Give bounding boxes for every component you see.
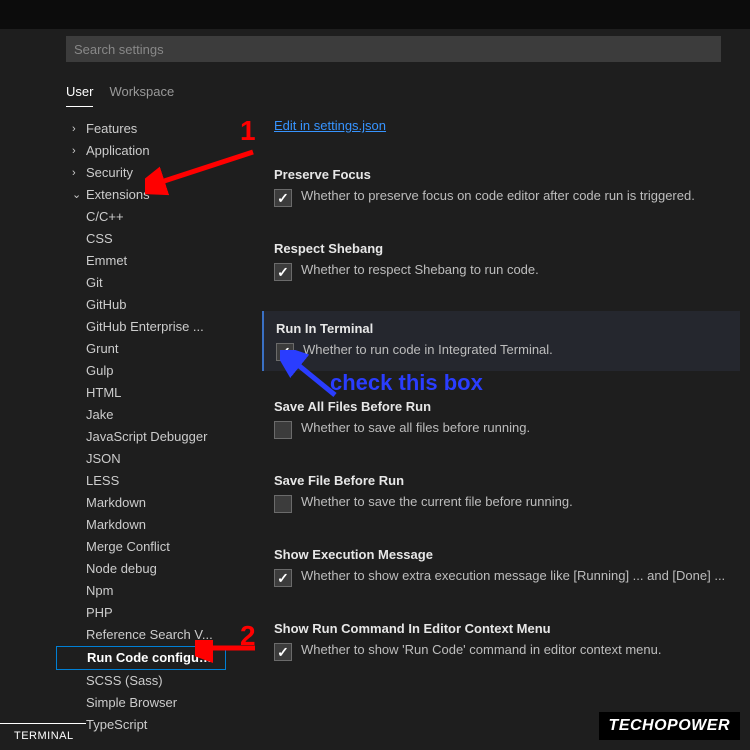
tree-application[interactable]: ›Application	[64, 140, 218, 162]
tree-item[interactable]: HTML	[64, 382, 218, 404]
tree-item[interactable]: Run Code configu…	[56, 646, 226, 670]
tree-item[interactable]: LESS	[64, 470, 218, 492]
chevron-right-icon: ›	[72, 118, 86, 140]
setting-respect-shebang: Respect Shebang Whether to respect Sheba…	[274, 241, 740, 281]
chevron-down-icon: ⌄	[72, 184, 86, 206]
tree-item[interactable]: SCSS (Sass)	[64, 670, 218, 692]
setting-title: Save File Before Run	[274, 473, 740, 488]
tree-item[interactable]: Gulp	[64, 360, 218, 382]
setting-description: Whether to preserve focus on code editor…	[301, 188, 695, 203]
setting-description: Whether to run code in Integrated Termin…	[303, 342, 553, 357]
tree-item[interactable]: C/C++	[64, 206, 218, 228]
setting-title: Respect Shebang	[274, 241, 740, 256]
setting-run-in-terminal: Run In Terminal Whether to run code in I…	[262, 311, 740, 371]
checkbox-respect-shebang[interactable]	[274, 263, 292, 281]
tree-security[interactable]: ›Security	[64, 162, 218, 184]
setting-show-exec-msg: Show Execution Message Whether to show e…	[274, 547, 740, 587]
tree-item[interactable]: Emmet	[64, 250, 218, 272]
annotation-number-2: 2	[240, 620, 256, 652]
checkbox-run-in-terminal[interactable]	[276, 343, 294, 361]
scope-tabs: User Workspace	[66, 80, 750, 108]
tree-item[interactable]: Git	[64, 272, 218, 294]
edit-in-settings-json-link[interactable]: Edit in settings.json	[274, 118, 386, 133]
tree-item[interactable]: GitHub Enterprise ...	[64, 316, 218, 338]
chevron-right-icon: ›	[72, 140, 86, 162]
tab-workspace[interactable]: Workspace	[109, 80, 174, 107]
tree-item[interactable]: Markdown	[64, 514, 218, 536]
tree-features[interactable]: ›Features	[64, 118, 218, 140]
tree-item[interactable]: GitHub	[64, 294, 218, 316]
tree-item[interactable]: Node debug	[64, 558, 218, 580]
checkbox-preserve-focus[interactable]	[274, 189, 292, 207]
tree-item[interactable]: Reference Search V...	[64, 624, 218, 646]
tree-item[interactable]: TypeScript	[64, 714, 218, 736]
setting-preserve-focus: Preserve Focus Whether to preserve focus…	[274, 167, 740, 207]
chevron-right-icon: ›	[72, 162, 86, 184]
tree-item[interactable]: Npm	[64, 580, 218, 602]
setting-title: Preserve Focus	[274, 167, 740, 182]
setting-title: Show Run Command In Editor Context Menu	[274, 621, 740, 636]
tree-item[interactable]: CSS	[64, 228, 218, 250]
setting-title: Run In Terminal	[276, 321, 732, 336]
checkbox-save-all-before-run[interactable]	[274, 421, 292, 439]
setting-description: Whether to save the current file before …	[301, 494, 573, 509]
tree-item[interactable]: Simple Browser	[64, 692, 218, 714]
tree-item[interactable]: Jake	[64, 404, 218, 426]
setting-title: Save All Files Before Run	[274, 399, 740, 414]
tree-item[interactable]: Markdown	[64, 492, 218, 514]
setting-description: Whether to respect Shebang to run code.	[301, 262, 539, 277]
checkbox-show-run-context-menu[interactable]	[274, 643, 292, 661]
tree-item[interactable]: JSON	[64, 448, 218, 470]
tree-extensions[interactable]: ⌄Extensions	[64, 184, 218, 206]
settings-panel: Edit in settings.json Preserve Focus Whe…	[218, 114, 750, 736]
setting-description: Whether to show extra execution message …	[301, 568, 725, 583]
annotation-check-this-box: check this box	[330, 370, 483, 396]
annotation-number-1: 1	[240, 115, 256, 147]
setting-description: Whether to save all files before running…	[301, 420, 530, 435]
setting-show-run-context-menu: Show Run Command In Editor Context Menu …	[274, 621, 740, 661]
setting-save-all-before-run: Save All Files Before Run Whether to sav…	[274, 399, 740, 439]
checkbox-show-exec-msg[interactable]	[274, 569, 292, 587]
title-bar	[0, 0, 750, 29]
watermark: TECHOPOWER	[599, 712, 740, 740]
tree-item[interactable]: JavaScript Debugger	[64, 426, 218, 448]
setting-title: Show Execution Message	[274, 547, 740, 562]
setting-description: Whether to show 'Run Code' command in ed…	[301, 642, 661, 657]
search-placeholder: Search settings	[74, 42, 164, 57]
tree-item[interactable]: PHP	[64, 602, 218, 624]
tree-item[interactable]: Merge Conflict	[64, 536, 218, 558]
panel-tab-terminal[interactable]: TERMINAL	[0, 723, 86, 750]
checkbox-save-file-before-run[interactable]	[274, 495, 292, 513]
tab-user[interactable]: User	[66, 80, 93, 107]
setting-save-file-before-run: Save File Before Run Whether to save the…	[274, 473, 740, 513]
search-settings-input[interactable]: Search settings	[66, 36, 721, 62]
tree-item[interactable]: Grunt	[64, 338, 218, 360]
settings-tree: ›Features ›Application ›Security ⌄Extens…	[0, 114, 218, 736]
